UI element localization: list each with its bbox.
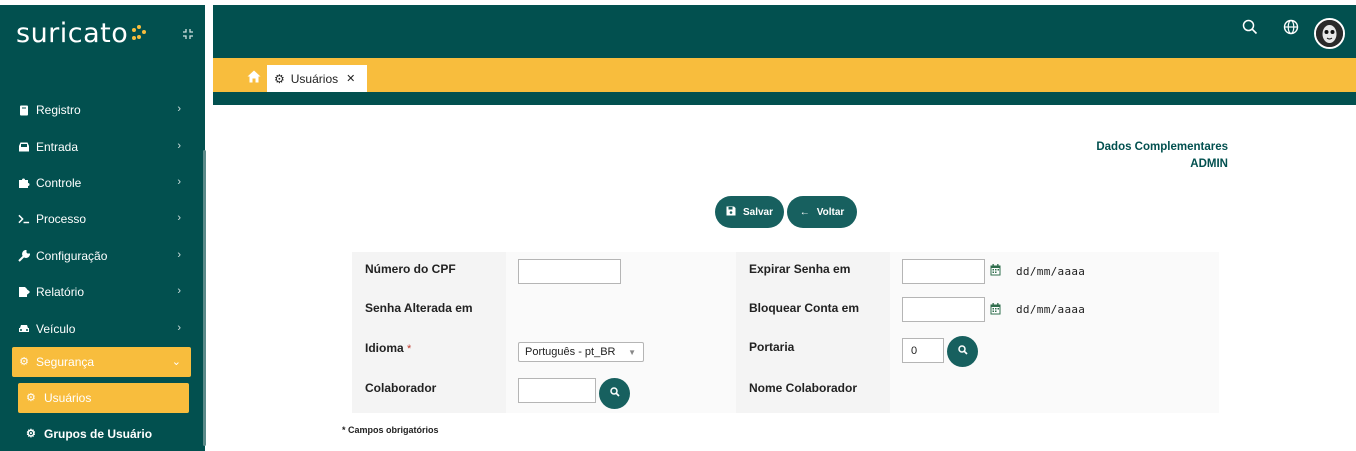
- portaria-search-button[interactable]: [947, 336, 978, 367]
- book-icon: [18, 104, 30, 116]
- inbox-icon: [18, 141, 30, 153]
- sidebar-item-label: Segurança: [36, 354, 95, 369]
- senha-alterada-label: Senha Alterada em: [365, 301, 473, 315]
- search-icon[interactable]: [1242, 19, 1258, 40]
- sidebar-subitem-grupos[interactable]: ⚙ Grupos de Usuário: [18, 419, 203, 449]
- sidebar-item-processo[interactable]: Processo ›: [0, 201, 203, 237]
- calendar-icon[interactable]: [990, 303, 1001, 318]
- logo-text: suricato: [16, 18, 129, 49]
- required-fields-note: * Campos obrigatórios: [342, 425, 439, 435]
- info-subtitle: ADMIN: [1190, 158, 1228, 170]
- gear-icon: ⚙: [19, 356, 29, 369]
- sidebar-item-veiculo[interactable]: Veículo ›: [0, 310, 203, 346]
- expirar-senha-label: Expirar Senha em: [749, 262, 851, 276]
- sidebar-item-label: Veículo: [36, 321, 76, 336]
- top-header: [213, 5, 1356, 58]
- sidebar-gutter: [205, 5, 213, 451]
- chevron-down-icon: ⌄: [171, 355, 181, 368]
- bloquear-conta-input[interactable]: [902, 297, 985, 322]
- sidebar-item-entrada[interactable]: Entrada ›: [0, 128, 203, 164]
- search-icon: [957, 345, 968, 358]
- sidebar-item-seguranca[interactable]: ⚙ Segurança ⌄: [12, 346, 191, 377]
- sidebar-item-label: Processo: [36, 212, 87, 227]
- calendar-icon[interactable]: [990, 264, 1001, 279]
- expirar-senha-input[interactable]: [902, 259, 985, 284]
- colaborador-input[interactable]: [518, 378, 596, 403]
- gear-icon: ⚙: [26, 428, 36, 441]
- colaborador-label: Colaborador: [365, 381, 437, 395]
- tab-bar: [213, 58, 1356, 92]
- nome-colaborador-label: Nome Colaborador: [749, 381, 858, 395]
- close-icon[interactable]: ✕: [346, 72, 355, 85]
- search-icon: [609, 387, 620, 400]
- sidebar-item-label: Entrada: [36, 139, 79, 154]
- chevron-right-icon: ›: [177, 248, 181, 261]
- sidebar-item-configuracao[interactable]: Configuração ›: [0, 238, 203, 274]
- sidebar-item-registro[interactable]: Registro ›: [0, 92, 203, 128]
- bloquear-conta-label: Bloquear Conta em: [749, 301, 860, 315]
- chevron-right-icon: ›: [177, 139, 181, 152]
- collapse-icon[interactable]: [181, 28, 195, 42]
- chevron-right-icon: ›: [177, 285, 181, 298]
- home-icon[interactable]: [247, 70, 261, 83]
- bloquear-date-format: dd/mm/aaaa: [1016, 303, 1086, 316]
- sidebar-item-controle[interactable]: Controle ›: [0, 165, 203, 201]
- portaria-label: Portaria: [749, 340, 795, 354]
- report-icon: [18, 286, 30, 298]
- tab-label: Usuários: [290, 71, 339, 86]
- sidebar-item-label: Configuração: [36, 248, 108, 263]
- globe-icon[interactable]: [1283, 19, 1299, 40]
- save-label: Salvar: [742, 206, 774, 218]
- sidebar-item-label: Controle: [36, 175, 82, 190]
- expirar-date-format: dd/mm/aaaa: [1016, 265, 1086, 278]
- floppy-icon: [726, 206, 736, 219]
- arrow-left-icon: ←: [799, 206, 810, 218]
- idioma-label: Idioma *: [365, 341, 411, 355]
- terminal-icon: [18, 213, 30, 225]
- chevron-right-icon: ›: [177, 175, 181, 188]
- wrench-icon: [18, 249, 30, 262]
- back-label: Voltar: [816, 206, 845, 218]
- puzzle-icon: [18, 177, 30, 189]
- idioma-select-value: Português - pt_BR: [525, 346, 616, 358]
- app-logo[interactable]: suricato: [16, 18, 147, 50]
- user-form: Número do CPF Senha Alterada em Idioma *…: [352, 252, 1219, 413]
- back-button[interactable]: ← Voltar: [787, 196, 857, 228]
- sidebar-nav: Registro › Entrada › Controle › Processo…: [0, 92, 203, 449]
- cpf-input[interactable]: [518, 259, 621, 284]
- avatar[interactable]: [1314, 18, 1345, 49]
- portaria-input[interactable]: 0: [902, 338, 944, 363]
- logo-dots-icon: [130, 22, 147, 42]
- idioma-label-text: Idioma: [365, 341, 404, 355]
- dropdown-arrow-icon: ▼: [628, 347, 636, 357]
- chevron-right-icon: ›: [177, 212, 181, 225]
- save-button[interactable]: Salvar: [715, 196, 784, 228]
- gear-icon: ⚙: [274, 71, 285, 86]
- chevron-right-icon: ›: [177, 321, 181, 334]
- colaborador-search-button[interactable]: [599, 378, 630, 409]
- tab-bar-border: [213, 92, 1356, 105]
- sidebar-item-label: Relatório: [36, 285, 85, 300]
- info-title: Dados Complementares: [1096, 141, 1228, 153]
- sidebar-item-label: Registro: [36, 103, 81, 118]
- chevron-right-icon: ›: [177, 103, 181, 116]
- sidebar-item-relatorio[interactable]: Relatório ›: [0, 274, 203, 310]
- sidebar-subitem-label: Usuários: [44, 390, 92, 405]
- sidebar-subitem-label: Grupos de Usuário: [44, 426, 153, 441]
- cpf-label: Número do CPF: [365, 262, 456, 276]
- idioma-select[interactable]: Português - pt_BR ▼: [518, 342, 644, 362]
- required-marker: *: [407, 343, 412, 355]
- gear-icon: ⚙: [26, 392, 36, 405]
- sidebar-scrollbar[interactable]: [203, 150, 206, 446]
- sidebar-subitem-usuarios[interactable]: ⚙ Usuários: [18, 382, 189, 413]
- car-icon: [18, 323, 30, 335]
- tab-usuarios[interactable]: ⚙ Usuários ✕: [267, 65, 367, 92]
